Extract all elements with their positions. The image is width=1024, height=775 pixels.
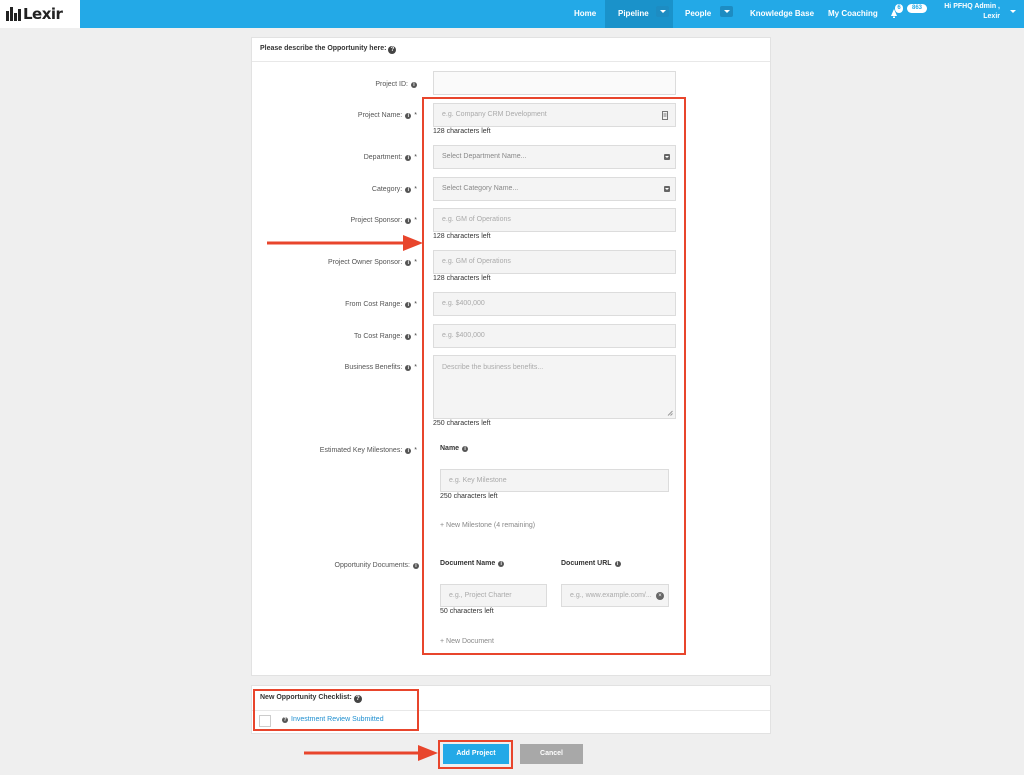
chevron-down-icon [664,186,670,192]
info-icon[interactable]: i [413,563,419,569]
business-benefits-counter: 250 characters left [433,420,491,427]
add-project-button[interactable]: Add Project [443,744,509,764]
nav-home[interactable]: Home [574,0,596,28]
to-cost-input[interactable]: e.g. $400,000 [433,324,676,348]
project-name-placeholder: e.g. Company CRM Development [442,111,547,118]
info-icon[interactable]: i [405,155,412,161]
project-owner-sponsor-counter: 128 characters left [433,275,491,282]
department-select[interactable]: Select Department Name... [433,145,676,169]
milestone-placeholder: e.g. Key Milestone [449,477,507,484]
to-cost-placeholder: e.g. $400,000 [442,332,485,339]
top-navigation-bar: Lexir Home Pipeline People Knowledge Bas… [0,0,1024,28]
project-sponsor-input[interactable]: e.g. GM of Operations [433,208,676,232]
project-id-field[interactable] [433,71,676,95]
help-icon[interactable]: ? [388,46,397,54]
category-select[interactable]: Select Category Name... [433,177,676,201]
resize-handle-icon[interactable] [667,410,673,416]
milestone-name-header: Name i [440,445,469,452]
from-cost-placeholder: e.g. $400,000 [442,300,485,307]
business-benefits-textarea[interactable]: Describe the business benefits... [433,355,676,419]
info-icon[interactable]: i [498,561,505,567]
user-org: Lexir [983,13,1000,20]
info-icon[interactable]: i [405,334,412,340]
info-icon[interactable]: i [405,365,412,371]
nav-pipeline-label: Pipeline [618,9,649,18]
info-icon[interactable]: i [411,82,417,88]
cancel-button[interactable]: Cancel [520,744,583,764]
document-url-input[interactable]: e.g., www.example.com/... × [561,584,669,607]
info-icon[interactable]: i [405,260,412,266]
info-icon[interactable]: i [405,187,412,193]
user-dropdown-icon[interactable] [1006,6,1019,17]
nav-my-coaching[interactable]: My Coaching [828,0,878,28]
info-icon[interactable]: i [405,448,412,454]
project-name-input[interactable]: e.g. Company CRM Development [433,103,676,127]
checklist-header-text: New Opportunity Checklist: [260,694,352,701]
project-sponsor-placeholder: e.g. GM of Operations [442,216,511,223]
nav-knowledge-base[interactable]: Knowledge Base [750,0,814,28]
form-header-text: Please describe the Opportunity here: [260,45,387,52]
checklist-item: ? Investment Review Submitted [282,716,384,723]
lexir-logo[interactable]: Lexir [0,0,80,28]
document-url-placeholder: e.g., www.example.com/... [570,592,652,599]
clear-icon[interactable]: × [656,592,664,600]
nav-people[interactable]: People [685,0,711,28]
category-label: Category: i * [371,186,417,193]
document-name-placeholder: e.g., Project Charter [449,592,512,599]
checklist-header: New Opportunity Checklist:? [252,686,770,711]
new-document-link[interactable]: + New Document [440,638,494,645]
investment-review-checkbox[interactable] [259,715,271,727]
info-icon[interactable]: i [405,302,412,308]
project-owner-sponsor-label: Project Owner Sponsor: i * [327,259,417,266]
document-name-input[interactable]: e.g., Project Charter [440,584,547,607]
document-name-counter: 50 characters left [440,608,494,615]
project-name-counter: 128 characters left [433,128,491,135]
annotation-arrow-form [267,235,423,251]
project-name-label: Project Name: i * [357,112,417,119]
help-icon[interactable]: ? [282,717,288,723]
category-placeholder: Select Category Name... [442,185,519,192]
project-owner-sponsor-placeholder: e.g. GM of Operations [442,258,511,265]
messages-badge[interactable]: 863 [907,4,927,13]
logo-buildings-icon [6,7,22,21]
logo-text: Lexir [23,5,63,23]
business-benefits-label: Business Benefits: i * [344,364,417,371]
milestone-counter: 250 characters left [440,493,498,500]
project-sponsor-counter: 128 characters left [433,233,491,240]
info-icon[interactable]: i [405,218,412,224]
project-owner-sponsor-input[interactable]: e.g. GM of Operations [433,250,676,274]
user-menu[interactable]: Hi PFHQ Admin , Lexir [936,2,1000,22]
notifications-badge[interactable]: 6 [895,4,903,13]
project-id-label: Project ID: i [247,81,417,88]
milestone-name-input[interactable]: e.g. Key Milestone [440,469,669,492]
annotation-arrow-add [304,745,438,761]
from-cost-label: From Cost Range: i * [345,301,417,308]
chevron-down-icon [664,154,670,160]
project-sponsor-label: Project Sponsor: i * [350,217,417,224]
info-icon[interactable]: i [405,113,412,119]
help-icon[interactable]: ? [353,695,362,703]
investment-review-link[interactable]: Investment Review Submitted [291,716,384,723]
document-icon [662,111,668,120]
from-cost-input[interactable]: e.g. $400,000 [433,292,676,316]
new-milestone-link[interactable]: + New Milestone (4 remaining) [440,522,535,529]
document-url-header: Document URL i [561,560,621,567]
to-cost-label: To Cost Range: i * [354,333,417,340]
document-name-header: Document Name i [440,560,505,567]
info-icon[interactable]: i [614,561,621,567]
form-header: Please describe the Opportunity here:? [252,38,770,62]
checklist-panel: New Opportunity Checklist:? [251,685,771,734]
documents-label: Opportunity Documents: i [249,562,419,569]
business-benefits-placeholder: Describe the business benefits... [442,364,544,371]
department-label: Department: i * [363,154,417,161]
department-placeholder: Select Department Name... [442,153,527,160]
milestones-label: Estimated Key Milestones: i * [319,447,417,454]
people-dropdown-icon[interactable] [720,6,733,17]
user-greeting: Hi PFHQ Admin , [944,3,1000,10]
pipeline-dropdown-icon[interactable] [656,6,669,17]
info-icon[interactable]: i [462,446,469,452]
